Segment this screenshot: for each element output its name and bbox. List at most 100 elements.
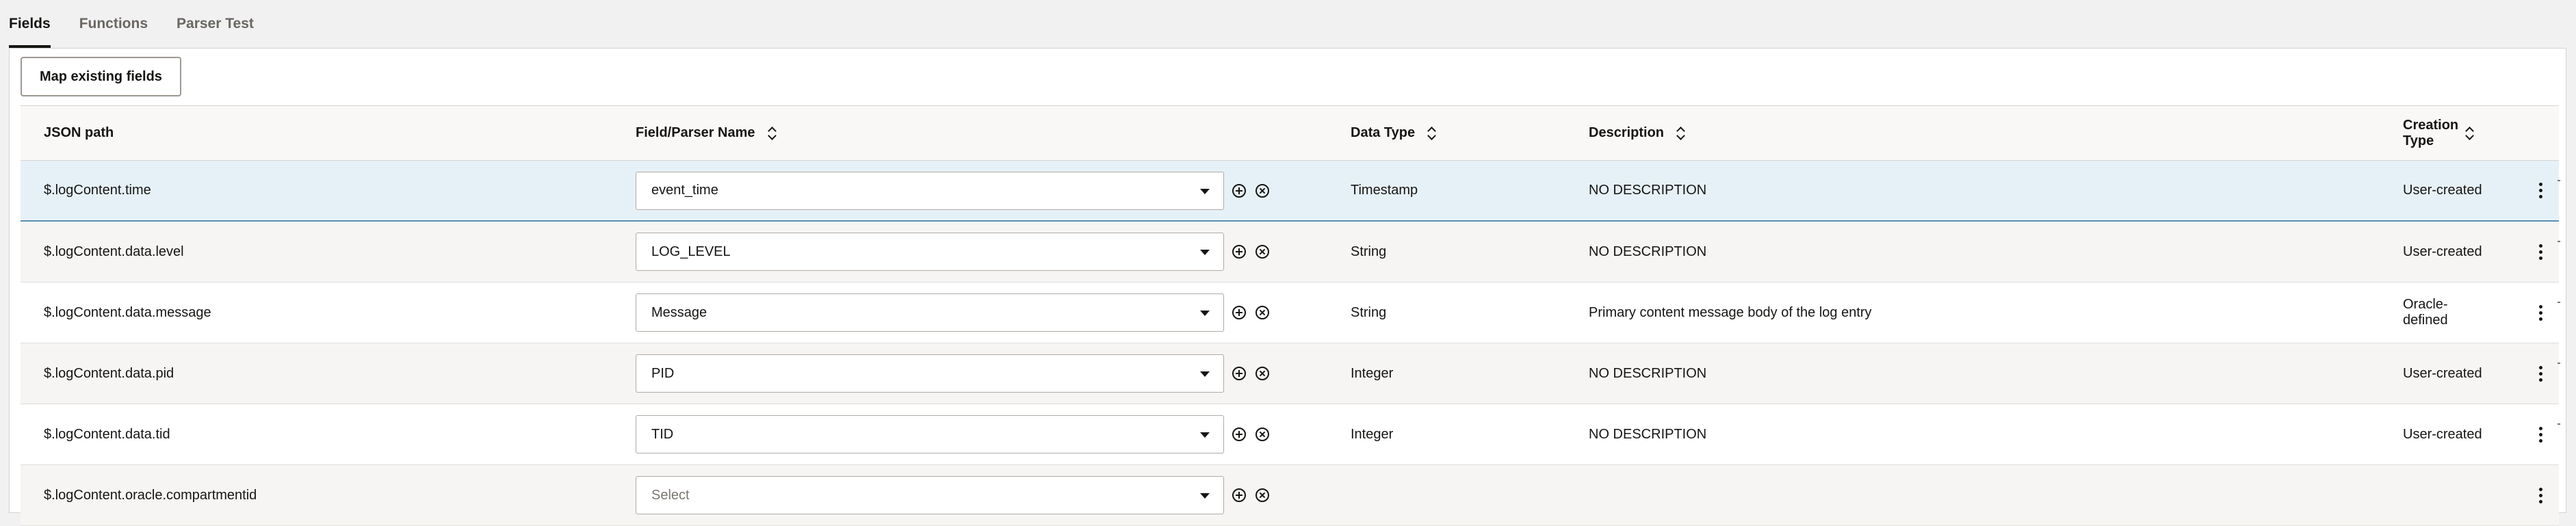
remove-circle-icon[interactable]	[1256, 306, 1269, 319]
column-header-description[interactable]: Description	[1589, 106, 2396, 160]
caret-down-icon	[1200, 432, 1210, 438]
map-existing-fields-button[interactable]: Map existing fields	[21, 57, 181, 96]
add-circle-icon[interactable]	[1232, 367, 1246, 380]
description-cell	[1589, 465, 2396, 525]
tab-parser-test[interactable]: Parser Test	[177, 0, 254, 48]
column-header-label: Data Type	[1351, 125, 1416, 140]
field-select[interactable]: PID	[636, 354, 1224, 393]
field-parser-cell: event_time	[636, 161, 1333, 220]
kebab-menu-icon[interactable]	[2534, 302, 2547, 323]
field-select-value: event_time	[651, 183, 718, 198]
kebab-menu-icon[interactable]	[2534, 485, 2547, 505]
remove-circle-icon[interactable]	[1256, 183, 1269, 198]
creation-type-line1: User-created	[2403, 426, 2482, 442]
sort-icon[interactable]	[2465, 126, 2475, 141]
fields-panel: Map existing fields JSON path Field/Pars…	[9, 48, 2566, 526]
table-row[interactable]: $.logContent.data.tid TID Integer NO DES…	[21, 404, 2560, 465]
remove-circle-icon[interactable]	[1256, 367, 1269, 380]
table-row[interactable]: $.logContent.data.level LOG_LEVEL String…	[21, 222, 2560, 282]
kebab-menu-icon[interactable]	[2534, 363, 2547, 384]
json-path-cell: $.logContent.data.pid	[44, 365, 174, 381]
field-parser-cell: Message	[636, 282, 1333, 343]
column-header-data-type[interactable]: Data Type	[1351, 106, 1576, 160]
scroll-edge-marker	[2558, 241, 2560, 242]
data-type-cell: Integer	[1351, 426, 1394, 442]
remove-circle-icon[interactable]	[1256, 488, 1269, 502]
caret-down-icon	[1200, 250, 1210, 255]
fields-table: JSON path Field/Parser Name Data Type De…	[21, 105, 2560, 526]
scroll-edge-marker	[2558, 302, 2560, 303]
column-header-label: JSON path	[44, 125, 114, 140]
description-cell: NO DESCRIPTION	[1589, 183, 1707, 198]
field-parser-cell: PID	[636, 343, 1333, 404]
remove-circle-icon[interactable]	[1256, 428, 1269, 441]
row-actions-cell	[2523, 465, 2558, 525]
sort-icon[interactable]	[1676, 126, 1686, 141]
column-header-creation-type[interactable]: Creation Type	[2403, 106, 2519, 160]
field-select[interactable]: Message	[636, 293, 1224, 332]
column-header-label: Description	[1589, 125, 1665, 140]
tab-fields[interactable]: Fields	[9, 0, 51, 48]
creation-type-line1: User-created	[2403, 183, 2482, 198]
creation-type-cell: User-created	[2403, 222, 2519, 282]
field-select-placeholder: Select	[651, 487, 690, 503]
column-header-field-parser-name[interactable]: Field/Parser Name	[636, 106, 1333, 160]
caret-down-icon	[1200, 311, 1210, 316]
field-select-value: TID	[651, 426, 674, 442]
creation-type-line1: User-created	[2403, 365, 2482, 381]
data-type-cell: Timestamp	[1351, 183, 1418, 198]
add-circle-icon[interactable]	[1232, 245, 1246, 259]
field-select-value: LOG_LEVEL	[651, 244, 731, 259]
row-actions-cell	[2523, 222, 2558, 282]
column-header-json-path: JSON path	[44, 106, 632, 160]
table-row[interactable]: $.logContent.data.pid PID Integer NO DES…	[21, 343, 2560, 404]
creation-type-cell: User-created	[2403, 343, 2519, 404]
row-actions-cell	[2523, 282, 2558, 343]
kebab-menu-icon[interactable]	[2534, 424, 2547, 445]
sort-icon[interactable]	[1427, 126, 1437, 141]
tab-functions[interactable]: Functions	[79, 0, 148, 48]
creation-type-cell: User-created	[2403, 404, 2519, 464]
field-select[interactable]: Select	[636, 476, 1224, 514]
field-parser-cell: TID	[636, 404, 1333, 464]
add-circle-icon[interactable]	[1232, 488, 1246, 502]
creation-type-cell: Oracle- defined	[2403, 282, 2519, 343]
column-header-label: Field/Parser Name	[636, 125, 755, 140]
table-row[interactable]: $.logContent.time event_time Timestamp N…	[21, 161, 2560, 222]
kebab-menu-icon[interactable]	[2534, 181, 2547, 201]
data-type-cell: String	[1351, 244, 1387, 259]
scroll-edge-marker	[2558, 180, 2560, 181]
table-row[interactable]: $.logContent.oracle.compartmentid Select	[21, 465, 2559, 526]
table-row[interactable]: $.logContent.data.message Message String…	[21, 282, 2560, 343]
description-cell: Primary content message body of the log …	[1589, 304, 1872, 320]
field-select[interactable]: TID	[636, 415, 1224, 453]
add-circle-icon[interactable]	[1232, 428, 1246, 441]
creation-type-cell: User-created	[2403, 161, 2519, 220]
column-header-label-line2: Type	[2403, 133, 2434, 148]
sort-icon[interactable]	[768, 126, 777, 141]
table-header-row: JSON path Field/Parser Name Data Type De…	[21, 106, 2559, 161]
description-cell: NO DESCRIPTION	[1589, 365, 1707, 381]
remove-circle-icon[interactable]	[1256, 245, 1269, 259]
add-circle-icon[interactable]	[1232, 306, 1246, 319]
caret-down-icon	[1200, 371, 1210, 377]
field-select[interactable]: LOG_LEVEL	[636, 233, 1224, 271]
add-circle-icon[interactable]	[1232, 183, 1246, 198]
creation-type-line2: defined	[2403, 313, 2448, 328]
column-header-label: Creation Type	[2403, 118, 2458, 149]
creation-type-line1: User-created	[2403, 244, 2482, 259]
json-path-cell: $.logContent.time	[44, 183, 151, 198]
data-type-cell	[1351, 465, 1576, 525]
kebab-menu-icon[interactable]	[2534, 241, 2547, 262]
row-actions-cell	[2523, 404, 2558, 464]
row-actions-cell	[2523, 161, 2558, 220]
creation-type-cell	[2403, 465, 2519, 525]
scroll-edge-marker	[2558, 423, 2560, 425]
field-parser-cell: Select	[636, 465, 1333, 525]
field-select[interactable]: event_time	[636, 171, 1224, 210]
field-select-value: PID	[651, 365, 675, 381]
caret-down-icon	[1200, 188, 1210, 194]
data-type-cell: String	[1351, 304, 1387, 320]
creation-type-line1: Oracle-	[2403, 297, 2448, 312]
column-header-label-line1: Creation	[2403, 117, 2459, 133]
